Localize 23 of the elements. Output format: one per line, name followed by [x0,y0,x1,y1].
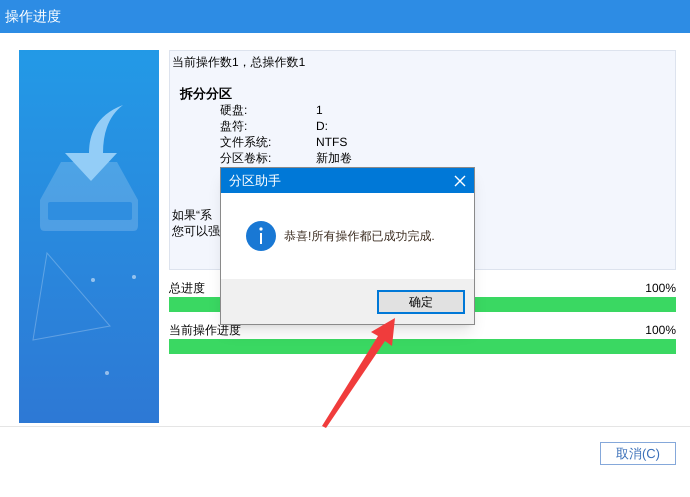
info-icon [246,221,276,251]
field-label: 文件系统: [220,134,272,150]
cancel-button[interactable]: 取消(C) [600,442,676,465]
operation-name: 拆分分区 [180,86,233,102]
field-value: D: [316,118,328,134]
dialog-message: 恭喜!所有操作都已成功完成. [284,228,435,245]
operation-count-text: 当前操作数1，总操作数1 [172,54,306,70]
note-text: 您可以强 [172,223,220,239]
dialog-title: 分区助手 [229,172,281,190]
ok-button[interactable]: 确定 [377,290,465,314]
field-label: 盘符: [220,118,248,134]
progress-label: 总进度 [169,280,205,296]
progress-label: 当前操作进度 [169,322,241,338]
field-value: 1 [316,102,323,118]
window-title: 操作进度 [5,7,61,26]
field-value: 新加卷 [316,150,352,166]
field-value: NTFS [316,134,348,150]
field-label: 硬盘: [220,102,248,118]
close-icon[interactable] [454,174,466,186]
field-label: 分区卷标: [220,150,272,166]
note-text: 如果“系 [172,207,212,223]
progress-percent: 100% [645,322,676,338]
progress-percent: 100% [645,280,676,296]
